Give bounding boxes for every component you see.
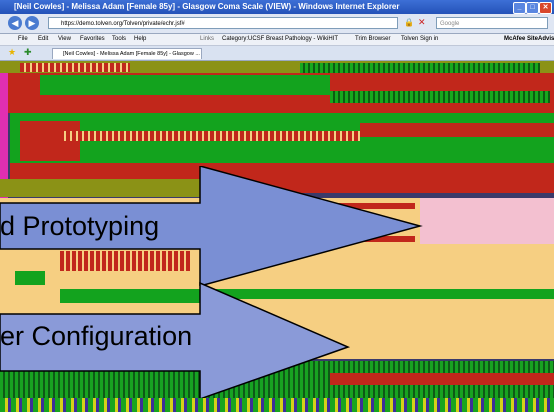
search-input[interactable]: Google [436,17,548,29]
menu-tools[interactable]: Tools [112,34,126,45]
back-icon[interactable]: ◀ [8,16,22,30]
stop-icon[interactable]: ✕ [418,17,426,28]
menu-edit[interactable]: Edit [38,34,48,45]
menu-help[interactable]: Help [134,34,146,45]
url-field[interactable]: https://demo.tolven.org/Tolven/private/e… [48,17,398,29]
close-button[interactable]: ✕ [539,2,552,14]
banner-configuration: er Configuration [0,321,193,351]
link-ucsf[interactable]: Category:UCSF Breast Pathology - WikiHIT [222,34,338,45]
menu-view[interactable]: View [58,34,71,45]
glitch-band [300,63,540,73]
tab-bar: ★ ✚ [Neil Cowles] - Melissa Adam [Female… [0,46,554,61]
menu-file[interactable]: File [18,34,28,45]
minimize-button[interactable]: _ [513,2,526,14]
mcafee-button[interactable]: McAfee SiteAdvisor [504,34,554,45]
status-bar [0,398,554,412]
glitch-band [420,198,554,244]
banner-prototyping: d Prototyping [0,211,160,241]
link-trim-browser[interactable]: Trim Browser [355,34,390,45]
link-tolven-signin[interactable]: Tolven Sign in [401,34,438,45]
glitch-band [40,75,330,95]
menu-bar: File Edit View Favorites Tools Help Link… [0,34,554,46]
links-label: Links [200,36,215,42]
glitch-band [330,91,550,103]
glitch-band [20,121,80,161]
glitch-band [60,131,360,141]
favorites-star-icon[interactable]: ★ [8,47,16,58]
maximize-button[interactable]: □ [526,2,539,14]
forward-icon[interactable]: ▶ [25,16,39,30]
menu-favorites[interactable]: Favorites [80,34,105,45]
address-toolbar: ◀ ▶ https://demo.tolven.org/Tolven/priva… [0,14,554,34]
add-favorite-icon[interactable]: ✚ [24,47,32,58]
lock-icon: 🔒 [404,18,414,27]
page-content: d Prototyping er Configuration [0,61,554,412]
window-title: [Neil Cowles] - Melissa Adam [Female 85y… [14,2,400,11]
glitch-band [360,123,554,137]
glitch-band [20,63,130,72]
tab-active[interactable]: [Neil Cowles] - Melissa Adam [Female 85y… [52,48,202,59]
window-titlebar: [Neil Cowles] - Melissa Adam [Female 85y… [0,0,554,14]
glitch-band [330,373,554,385]
